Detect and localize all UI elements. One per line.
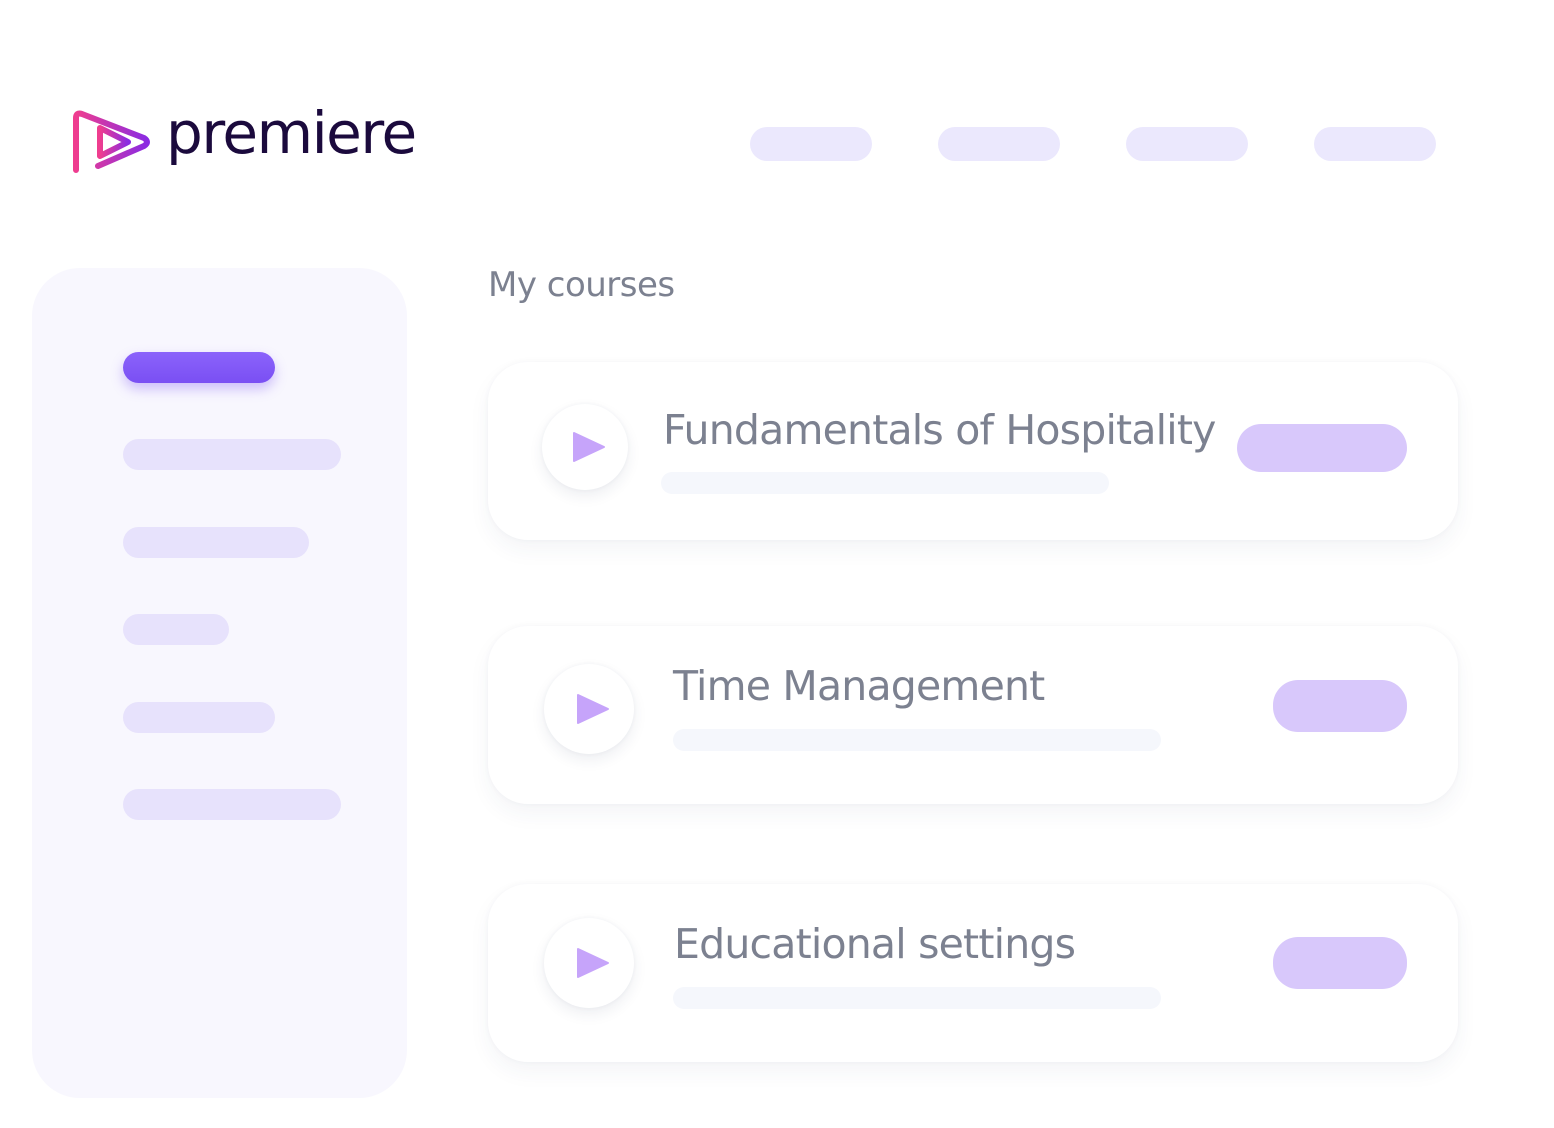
- play-button[interactable]: [544, 664, 634, 754]
- course-progress-bar: [673, 729, 1161, 751]
- sidebar-item-6[interactable]: [123, 789, 341, 820]
- play-icon: [577, 694, 609, 724]
- play-icon: [573, 432, 605, 462]
- course-title: Fundamentals of Hospitality: [663, 406, 1216, 454]
- premiere-logo-icon: [73, 110, 150, 173]
- course-action-button[interactable]: [1273, 937, 1407, 989]
- top-nav-item-1[interactable]: [750, 127, 872, 161]
- brand-logo[interactable]: premiere: [70, 104, 417, 176]
- top-nav-item-2[interactable]: [938, 127, 1060, 161]
- sidebar: [32, 268, 407, 1098]
- course-title: Educational settings: [674, 920, 1076, 968]
- page: premiere My courses Fundamentals of Hosp…: [0, 0, 1554, 1128]
- play-button[interactable]: [542, 404, 628, 490]
- sidebar-item-2[interactable]: [123, 439, 341, 470]
- course-action-button[interactable]: [1237, 424, 1407, 472]
- page-title: My courses: [488, 265, 675, 305]
- play-icon: [577, 948, 609, 978]
- sidebar-item-3[interactable]: [123, 527, 309, 558]
- sidebar-item-5[interactable]: [123, 702, 275, 733]
- top-nav-item-4[interactable]: [1314, 127, 1436, 161]
- sidebar-item-active[interactable]: [123, 352, 275, 383]
- course-action-button[interactable]: [1273, 680, 1407, 732]
- course-title: Time Management: [673, 662, 1045, 710]
- course-card[interactable]: Fundamentals of Hospitality: [488, 362, 1458, 540]
- course-card[interactable]: Time Management: [488, 626, 1458, 804]
- course-progress-bar: [673, 987, 1161, 1009]
- course-progress-bar: [661, 472, 1109, 494]
- top-nav-item-3[interactable]: [1126, 127, 1248, 161]
- top-navigation: [750, 127, 1436, 161]
- sidebar-item-4[interactable]: [123, 614, 229, 645]
- play-button[interactable]: [544, 918, 634, 1008]
- course-card[interactable]: Educational settings: [488, 884, 1458, 1062]
- brand-wordmark: premiere: [166, 99, 417, 167]
